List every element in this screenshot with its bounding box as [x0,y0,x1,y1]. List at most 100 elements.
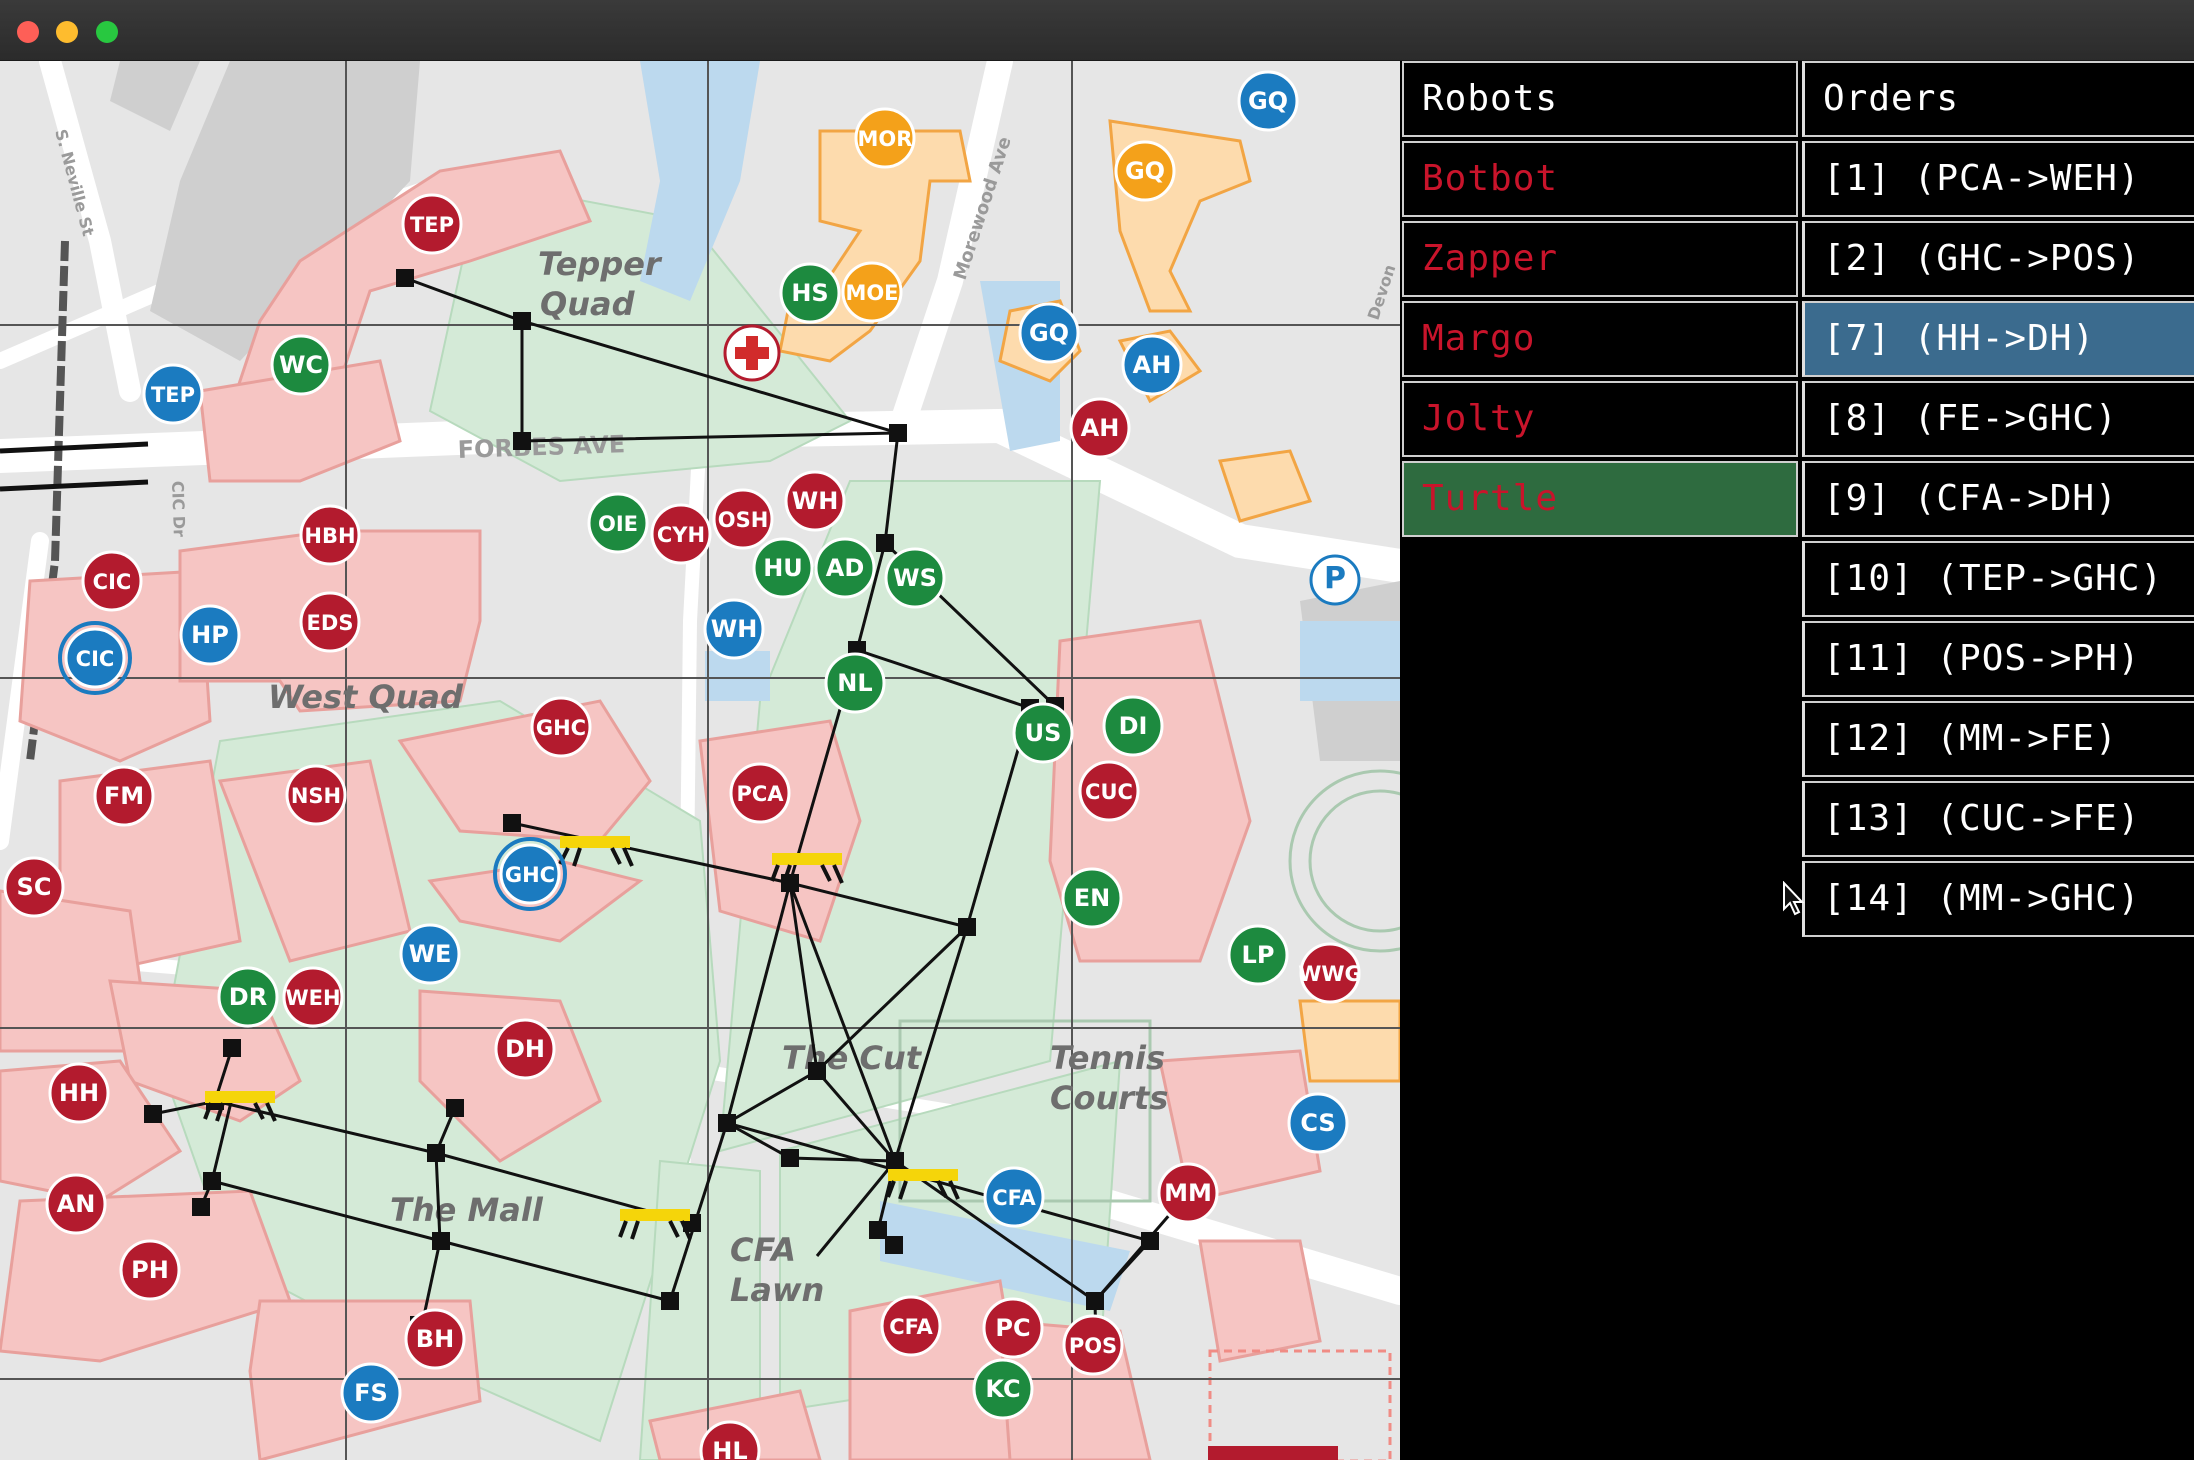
svg-text:P: P [1324,561,1346,596]
svg-text:OSH: OSH [718,508,769,532]
street-label: FORBES AVE [457,430,625,464]
campus-map-svg: Tepper Quad West Quad The Cut Tennis Court… [0,61,1400,1460]
building-marker-osh: OSH [712,488,774,550]
mouse-cursor-icon [1783,881,1805,916]
order-item[interactable]: [10] (TEP->GHC) [1802,541,2194,617]
minimize-window-button[interactable] [56,21,78,43]
maximize-window-button[interactable] [96,21,118,43]
building-marker-hs: HS [779,262,841,324]
svg-text:PCA: PCA [736,782,784,806]
building-marker-di: DI [1102,695,1164,757]
area-label: West Quad [268,678,464,716]
svg-text:CYH: CYH [657,523,705,547]
order-item[interactable]: [1] (PCA->WEH) [1802,141,2194,217]
building-marker-oie: OIE [587,492,649,554]
building-marker-wh: WH [703,598,765,660]
svg-text:WWG: WWG [1298,962,1362,986]
building-marker-sc: SC [3,856,65,918]
svg-text:HS: HS [791,279,828,307]
building-marker-tep: TEP [142,363,204,425]
svg-text:FS: FS [354,1379,388,1407]
street-label: CIC Dr [168,480,189,537]
robot-botbot[interactable]: Botbot [1402,141,1798,217]
building-marker-an: AN [45,1173,107,1235]
svg-text:TEP: TEP [410,213,454,237]
svg-text:HU: HU [763,554,803,582]
svg-text:GQ: GQ [1125,157,1165,185]
order-item-selected[interactable]: [7] (HH->DH) [1802,301,2194,377]
svg-text:WH: WH [792,487,839,515]
building-marker-ah: AH [1121,334,1183,396]
order-item[interactable]: [12] (MM->FE) [1802,701,2194,777]
area-label: The Mall [390,1191,544,1229]
building-marker-ghc: GHC [493,837,567,911]
robot-turtle[interactable]: Turtle [1402,461,1798,537]
svg-text:DH: DH [505,1035,545,1063]
campus-map[interactable]: Tepper Quad West Quad The Cut Tennis Court… [0,61,1400,1460]
svg-text:GHC: GHC [505,863,555,887]
svg-text:HP: HP [191,621,229,649]
svg-text:DR: DR [229,983,267,1011]
building-marker-dh: DH [494,1018,556,1080]
building-marker-eds: EDS [299,591,361,653]
svg-text:US: US [1025,719,1062,747]
building-marker-gq: GQ [1237,70,1299,132]
svg-text:HBH: HBH [304,524,355,548]
building-marker-en: EN [1061,867,1123,929]
building-marker-bh: BH [404,1308,466,1370]
robot-zapper[interactable]: Zapper [1402,221,1798,297]
building-marker-cyh: CYH [650,503,712,565]
order-item[interactable]: [13] (CUC->FE) [1802,781,2194,857]
order-item[interactable]: [14] (MM->GHC) [1802,861,2194,937]
building-marker-mor: MOR [854,107,916,169]
svg-text:HL: HL [712,1437,747,1460]
svg-text:WC: WC [279,351,323,379]
building-marker-dr: DR [217,966,279,1028]
building-marker-cic: CIC [58,621,132,695]
svg-text:HH: HH [59,1079,99,1107]
building-marker-pos: POS [1062,1314,1124,1376]
building-marker-hbh: HBH [299,504,361,566]
window-titlebar [0,0,2194,61]
building-marker-nsh: NSH [285,764,347,826]
svg-text:MOE: MOE [845,281,898,305]
svg-text:FM: FM [104,782,144,810]
building-marker-hp: HP [179,604,241,666]
svg-text:MM: MM [1164,1179,1212,1207]
building-marker-wh: WH [784,470,846,532]
svg-text:BH: BH [416,1325,454,1353]
svg-text:OIE: OIE [598,512,638,536]
svg-text:WH: WH [711,615,758,643]
svg-text:WS: WS [893,564,937,592]
building-marker-cfa: CFA [880,1295,942,1357]
svg-text:EDS: EDS [307,611,354,635]
order-item[interactable]: [8] (FE->GHC) [1802,381,2194,457]
building-marker-fm: FM [93,765,155,827]
svg-text:DI: DI [1119,712,1148,740]
street-label: Devon [1364,262,1400,322]
building-marker-we: WE [399,923,461,985]
svg-text:CUC: CUC [1085,780,1133,804]
order-item[interactable]: [9] (CFA->DH) [1802,461,2194,537]
building-marker-ws: WS [884,547,946,609]
robot-jolty[interactable]: Jolty [1402,381,1798,457]
orders-header: Orders [1802,61,2194,137]
building-marker-pc: PC [982,1297,1044,1359]
rail-bar-2 [0,479,149,492]
building-marker-fs: FS [340,1362,402,1424]
building-marker-pca: PCA [729,762,791,824]
svg-text:AD: AD [826,554,865,582]
order-item[interactable]: [2] (GHC->POS) [1802,221,2194,297]
building-marker-moe: MOE [841,261,903,323]
robot-margo[interactable]: Margo [1402,301,1798,377]
close-window-button[interactable] [17,21,39,43]
svg-text:CFA: CFA [889,1315,933,1339]
svg-text:PH: PH [131,1256,169,1284]
building-marker-nl: NL [824,652,886,714]
building-marker-ph: PH [119,1239,181,1301]
building-marker-wc: WC [270,334,332,396]
svg-text:CIC: CIC [93,570,132,594]
order-item[interactable]: [11] (POS->PH) [1802,621,2194,697]
svg-text:TEP: TEP [151,383,195,407]
svg-text:KC: KC [985,1375,1020,1403]
